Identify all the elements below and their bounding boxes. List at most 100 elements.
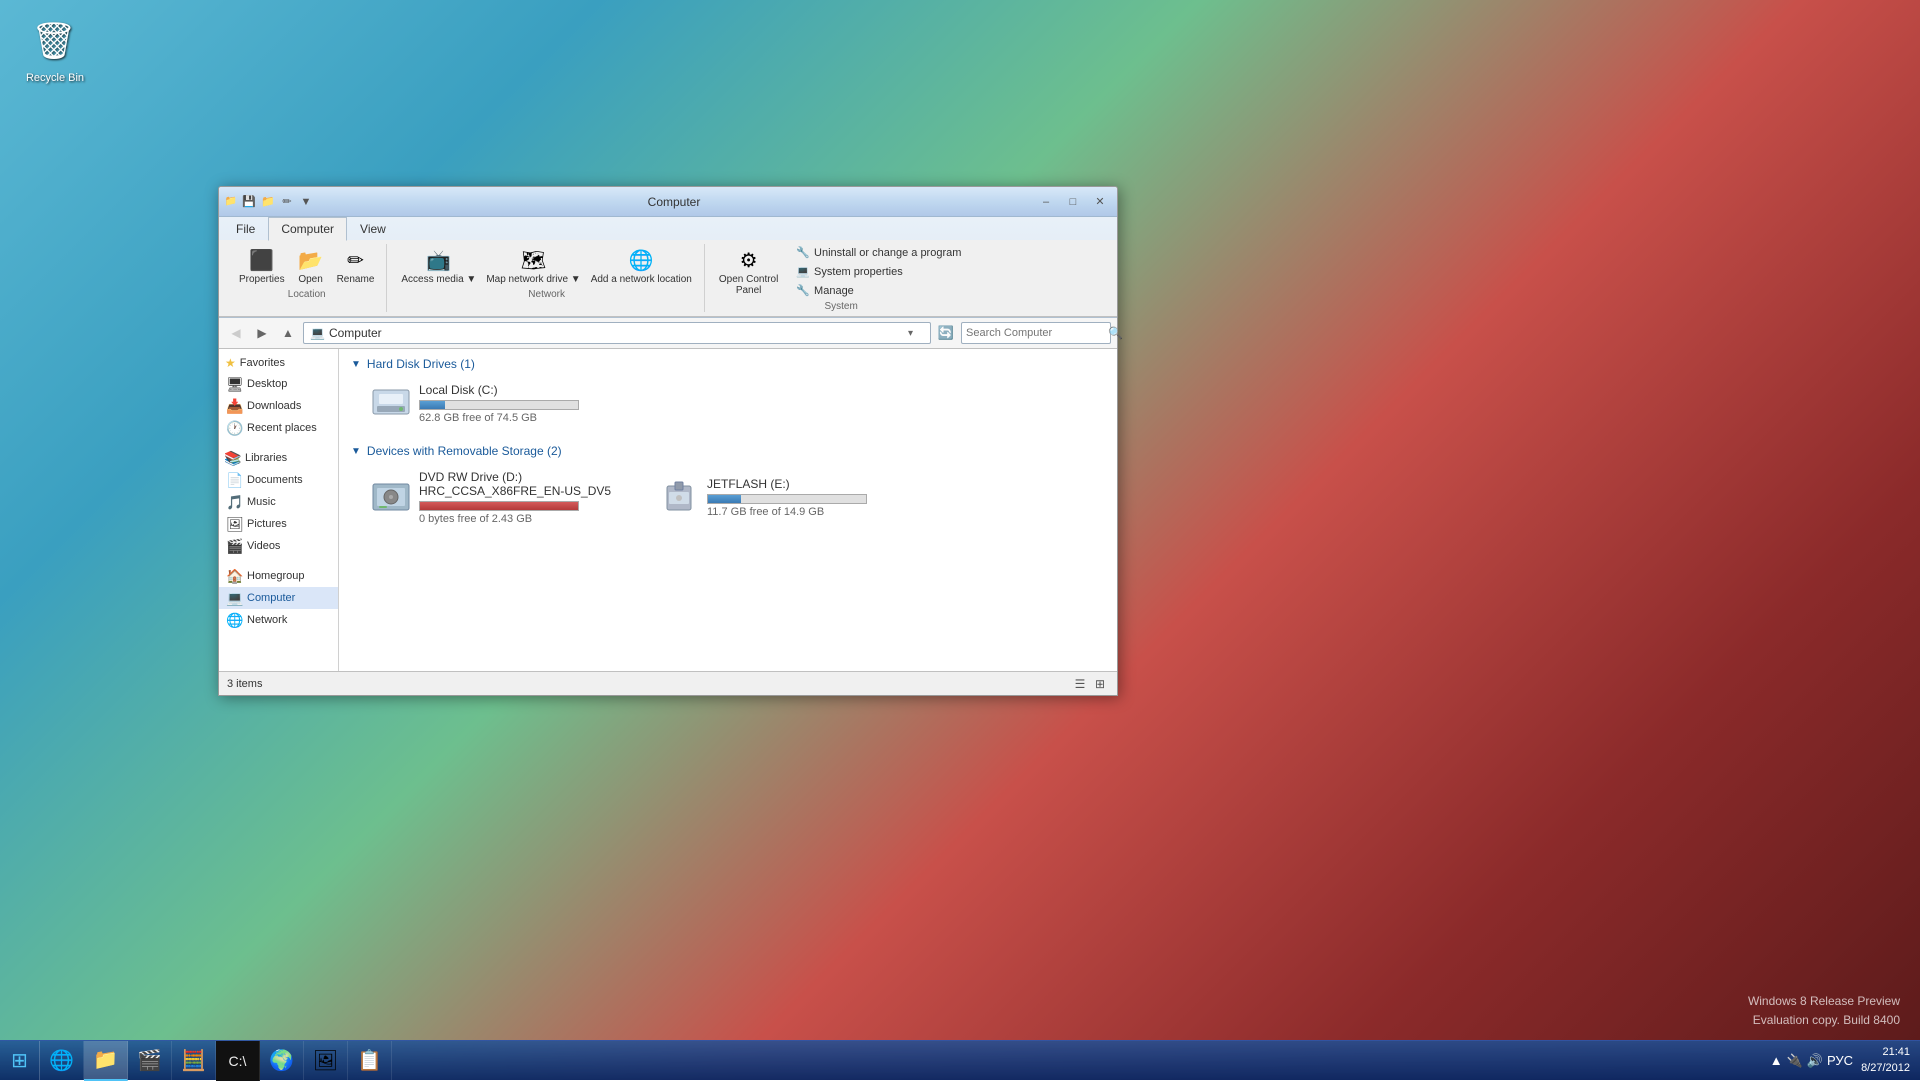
- sidebar-item-network[interactable]: 🌐 Network: [219, 609, 338, 631]
- search-input[interactable]: [966, 327, 1108, 339]
- drive-item-e[interactable]: JETFLASH (E:) 11.7 GB free of 14.9 GB: [655, 466, 935, 529]
- volume-icon[interactable]: 🔊: [1807, 1053, 1823, 1069]
- list-view-button[interactable]: ☰: [1071, 675, 1089, 693]
- drive-d-bar-container: [419, 501, 579, 511]
- notification-icon[interactable]: ▲: [1770, 1053, 1783, 1068]
- taskbar-app1[interactable]: 🌍: [260, 1041, 304, 1081]
- taskbar-clock[interactable]: 21:41 8/27/2012: [1861, 1045, 1910, 1076]
- sidebar-item-videos[interactable]: 🎬 Videos: [219, 535, 338, 557]
- sidebar-item-documents[interactable]: 📄 Documents: [219, 469, 338, 491]
- access-media-icon: 📺: [425, 246, 453, 274]
- uninstall-icon: 🔧: [796, 246, 810, 259]
- music-icon: 🎵: [227, 494, 243, 510]
- removable-header[interactable]: ▼ Devices with Removable Storage (2): [351, 444, 1105, 458]
- open-control-panel-button[interactable]: ⚙ Open ControlPanel: [715, 244, 782, 298]
- sidebar-music-label: Music: [247, 496, 276, 508]
- hard-disk-list: Local Disk (C:) 62.8 GB free of 74.5 GB: [367, 379, 1105, 428]
- uninstall-button[interactable]: 🔧 Uninstall or change a program: [790, 244, 967, 261]
- videos-icon: 🎬: [227, 538, 243, 554]
- sidebar-favorites-header[interactable]: ★ Favorites: [219, 353, 338, 373]
- close-button[interactable]: ✕: [1087, 192, 1113, 212]
- sidebar-item-downloads[interactable]: 📥 Downloads: [219, 395, 338, 417]
- map-drive-button[interactable]: 🗺 Map network drive ▼: [482, 244, 584, 287]
- maximize-button[interactable]: □: [1060, 192, 1086, 212]
- win8-watermark: Windows 8 Release Preview Evaluation cop…: [1748, 992, 1900, 1030]
- hard-disk-header[interactable]: ▼ Hard Disk Drives (1): [351, 357, 1105, 371]
- taskbar-calc[interactable]: 🧮: [172, 1041, 216, 1081]
- qat-rename[interactable]: ✏: [278, 193, 296, 211]
- qat-folder[interactable]: 📁: [259, 193, 277, 211]
- keyboard-lang[interactable]: РУС: [1827, 1053, 1853, 1068]
- up-button[interactable]: ▲: [277, 322, 299, 344]
- taskbar-tm[interactable]: 📋: [348, 1041, 392, 1081]
- sidebar-item-desktop[interactable]: 🖥 Desktop: [219, 373, 338, 395]
- start-button[interactable]: ⊞: [0, 1041, 40, 1081]
- search-icon[interactable]: 🔍: [1108, 326, 1123, 340]
- recycle-bin-icon[interactable]: 🗑 Recycle Bin: [20, 20, 90, 84]
- manage-button[interactable]: 🔧 Manage: [790, 282, 967, 299]
- properties-button[interactable]: ⬛ Properties: [235, 244, 289, 287]
- system-properties-button[interactable]: 💻 System properties: [790, 263, 967, 280]
- window-title: Computer: [315, 195, 1033, 209]
- back-button[interactable]: ◀: [225, 322, 247, 344]
- drive-item-d[interactable]: DVD RW Drive (D:) HRC_CCSA_X86FRE_EN-US_…: [367, 466, 647, 529]
- access-media-button[interactable]: 📺 Access media ▼: [397, 244, 480, 287]
- sidebar-documents-label: Documents: [247, 474, 303, 486]
- network-buttons: 📺 Access media ▼ 🗺 Map network drive ▼ 🌐…: [397, 244, 695, 287]
- sidebar-recent-label: Recent places: [247, 422, 317, 434]
- drive-e-bar-container: [707, 494, 867, 504]
- network-status-icon[interactable]: 🔌: [1787, 1053, 1803, 1069]
- homegroup-icon: 🏠: [227, 568, 243, 584]
- qat-save[interactable]: 💾: [240, 193, 258, 211]
- sidebar-favorites-section: ★ Favorites 🖥 Desktop 📥 Downloads 🕐 Rece…: [219, 353, 338, 439]
- sidebar-item-computer[interactable]: 💻 Computer: [219, 587, 338, 609]
- removable-label: Devices with Removable Storage (2): [367, 444, 562, 458]
- forward-button[interactable]: ▶: [251, 322, 273, 344]
- drive-c-icon: [371, 384, 411, 424]
- manage-icon: 🔧: [796, 284, 810, 297]
- search-box[interactable]: 🔍: [961, 322, 1111, 344]
- address-path[interactable]: 💻 Computer ▾: [303, 322, 931, 344]
- location-buttons: ⬛ Properties 📂 Open ✏ Rename: [235, 244, 378, 287]
- ribbon-group-location: ⬛ Properties 📂 Open ✏ Rename Location: [227, 244, 387, 312]
- qat-dropdown[interactable]: ▼: [297, 193, 315, 211]
- taskbar-photos[interactable]: 🖼: [304, 1041, 348, 1081]
- taskbar-explorer[interactable]: 📁: [84, 1041, 128, 1081]
- taskbar-media[interactable]: 🎬: [128, 1041, 172, 1081]
- tab-computer[interactable]: Computer: [268, 217, 347, 241]
- refresh-button[interactable]: 🔄: [935, 322, 957, 344]
- rename-button[interactable]: ✏ Rename: [333, 244, 379, 287]
- downloads-icon: 📥: [227, 398, 243, 414]
- drive-e-icon: [659, 478, 699, 518]
- taskbar-cmd[interactable]: C:\: [216, 1041, 260, 1081]
- open-button[interactable]: 📂 Open: [291, 244, 331, 287]
- taskbar-ie[interactable]: 🌐: [40, 1041, 84, 1081]
- ribbon-tabs: File Computer View: [219, 217, 1117, 240]
- sidebar-network-label: Network: [247, 614, 287, 626]
- tab-view[interactable]: View: [347, 217, 399, 240]
- sidebar-libraries-header[interactable]: 📚 Libraries: [219, 447, 338, 469]
- add-network-button[interactable]: 🌐 Add a network location: [587, 244, 696, 287]
- sidebar-item-pictures[interactable]: 🖼 Pictures: [219, 513, 338, 535]
- drive-item-c[interactable]: Local Disk (C:) 62.8 GB free of 74.5 GB: [367, 379, 647, 428]
- window-controls: – □ ✕: [1033, 192, 1113, 212]
- drive-e-bar: [708, 495, 741, 503]
- main-area: ★ Favorites 🖥 Desktop 📥 Downloads 🕐 Rece…: [219, 349, 1117, 671]
- drive-d-bar: [420, 502, 578, 510]
- address-dropdown[interactable]: ▾: [908, 328, 924, 339]
- network-icon: 🌐: [227, 612, 243, 628]
- minimize-button[interactable]: –: [1033, 192, 1059, 212]
- tab-file[interactable]: File: [223, 217, 268, 240]
- sidebar-item-recent[interactable]: 🕐 Recent places: [219, 417, 338, 439]
- ribbon-content: ⬛ Properties 📂 Open ✏ Rename Location: [219, 240, 1117, 317]
- sidebar-item-music[interactable]: 🎵 Music: [219, 491, 338, 513]
- taskbar-right: ▲ 🔌 🔊 РУС 21:41 8/27/2012: [1760, 1045, 1920, 1076]
- recycle-bin-label: Recycle Bin: [26, 72, 84, 84]
- documents-icon: 📄: [227, 472, 243, 488]
- sidebar-item-homegroup[interactable]: 🏠 Homegroup: [219, 565, 338, 587]
- sidebar-homegroup-label: Homegroup: [247, 570, 304, 582]
- sidebar-videos-label: Videos: [247, 540, 280, 552]
- drive-d-name: DVD RW Drive (D:) HRC_CCSA_X86FRE_EN-US_…: [419, 470, 643, 498]
- computer-icon: 💻: [227, 590, 243, 606]
- tile-view-button[interactable]: ⊞: [1091, 675, 1109, 693]
